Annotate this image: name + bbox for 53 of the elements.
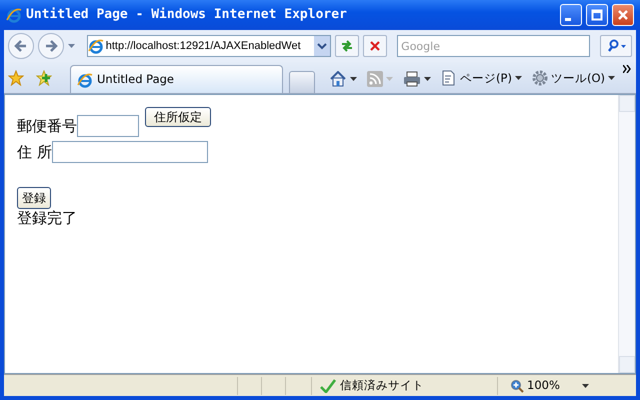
text-field[interactable]: [52, 141, 208, 163]
printer-icon: [403, 71, 422, 87]
caret-icon: [582, 384, 589, 388]
minimize-button[interactable]: [560, 4, 582, 26]
status-message: 登録完了: [17, 209, 78, 228]
refresh-arrows-icon: [340, 39, 354, 53]
lookup-button[interactable]: 住所仮定: [145, 107, 211, 128]
window-title: Untitled Page - Windows Internet Explorer: [26, 6, 348, 24]
maximize-icon: [591, 9, 603, 21]
field-label: 郵便番号: [17, 117, 77, 135]
zoom-button[interactable]: 100%: [508, 376, 591, 394]
favorites-star-icon[interactable]: [8, 70, 24, 86]
field-label: 住 所: [17, 143, 52, 161]
address-field[interactable]: http://localhost:12921/AJAXEnabledWet: [86, 35, 332, 57]
search-field[interactable]: Google: [397, 35, 590, 57]
page-icon: [441, 70, 458, 86]
chevron-icon[interactable]: [623, 65, 632, 73]
browser-tab[interactable]: Untitled Page: [70, 65, 283, 93]
dropdown-arrow-icon[interactable]: [68, 44, 75, 48]
search-icon: [606, 39, 626, 53]
forward-button[interactable]: [38, 33, 64, 59]
checkmark-icon: [320, 378, 336, 392]
scrollbar[interactable]: [618, 95, 635, 373]
print-button[interactable]: [401, 71, 434, 87]
maximize-button[interactable]: [586, 4, 608, 26]
page-icon: [77, 72, 93, 88]
zoom-icon: [510, 378, 524, 392]
caret-icon: [514, 76, 522, 80]
stop-button[interactable]: [363, 35, 388, 57]
back-arrow-icon: [12, 38, 29, 54]
close-icon: [617, 9, 629, 21]
search-button[interactable]: [600, 35, 632, 57]
minimize-icon: [565, 18, 571, 21]
text-field[interactable]: [77, 115, 139, 137]
caret-icon: [424, 77, 432, 81]
caret-icon: [386, 77, 394, 81]
caret-icon: [350, 77, 358, 81]
gear-icon: [532, 70, 548, 86]
browser-logo-icon: [6, 7, 22, 23]
page-menu-button[interactable]: ページ(P): [439, 70, 524, 87]
add-favorite-icon[interactable]: [36, 70, 52, 86]
page-icon: [88, 38, 104, 54]
back-button[interactable]: [8, 33, 34, 59]
house-icon: [329, 71, 348, 87]
stop-x-icon: [369, 40, 382, 52]
refresh-button[interactable]: [335, 35, 360, 57]
submit-button[interactable]: 登録: [17, 187, 51, 210]
caret-icon: [608, 76, 615, 80]
new-tab-button[interactable]: [288, 71, 316, 93]
security-zone: 信頼済みサイト: [340, 376, 424, 394]
feed-icon: [367, 71, 384, 87]
close-button[interactable]: [612, 4, 634, 26]
tools-menu-button[interactable]: ツール(O): [530, 70, 617, 87]
